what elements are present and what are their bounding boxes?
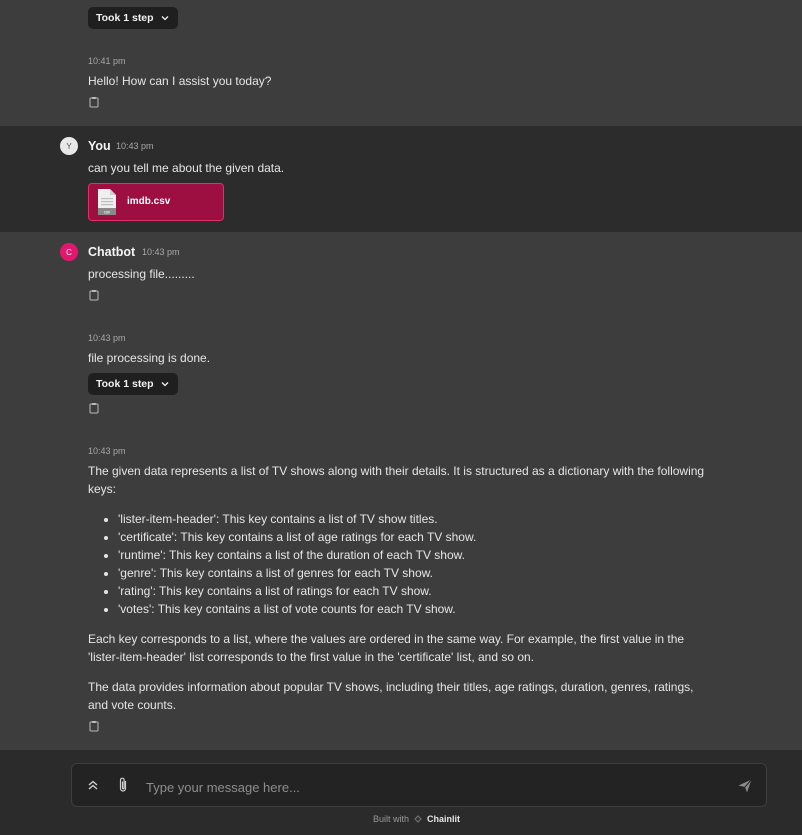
copy-button[interactable] — [88, 96, 100, 108]
built-with-label: Built with — [373, 814, 410, 824]
message-author: Chatbot — [88, 245, 136, 259]
message-text-line: Each key corresponds to a list, where th… — [88, 632, 685, 646]
message-timestamp: 10:43 pm — [142, 247, 180, 257]
user-avatar: Y — [60, 137, 78, 155]
key-list: 'lister-item-header': This key contains … — [100, 510, 476, 618]
message-composer — [71, 763, 767, 807]
copy-button[interactable] — [88, 289, 100, 301]
file-attachment[interactable]: csv imdb.csv — [88, 183, 224, 221]
message-text: Hello! How can I assist you today? — [88, 74, 272, 88]
messages-list: Took 1 step 10:41 pm Hello! How can I as… — [0, 0, 802, 750]
chatbot-avatar: C — [60, 243, 78, 261]
message-group-chatbot — [0, 232, 802, 750]
file-csv-icon: csv — [98, 189, 116, 215]
step-label: Took 1 step — [96, 12, 154, 24]
chevrons-up-icon[interactable] — [86, 778, 100, 792]
message-author: You — [88, 139, 111, 153]
message-timestamp: 10:43 pm — [116, 141, 154, 151]
step-toggle-button[interactable]: Took 1 step — [88, 7, 178, 29]
chevron-down-icon — [161, 382, 169, 387]
footer-branding[interactable]: Built with Chainlit — [373, 814, 460, 824]
message-input[interactable] — [144, 776, 708, 798]
message-timestamp: 10:43 pm — [88, 446, 126, 456]
message-text-line: and vote counts. — [88, 698, 177, 712]
message-text-line: The given data represents a list of TV s… — [88, 464, 705, 478]
send-icon[interactable] — [737, 778, 753, 794]
message-text-line: 'lister-item-header' list corresponds to… — [88, 650, 535, 664]
copy-button[interactable] — [88, 720, 100, 732]
message-text-line: keys: — [88, 482, 117, 496]
message-text: processing file......... — [88, 267, 195, 281]
copy-button[interactable] — [88, 402, 100, 414]
message-text: file processing is done. — [88, 351, 211, 365]
message-timestamp: 10:41 pm — [88, 56, 126, 66]
list-item: 'genre': This key contains a list of gen… — [118, 564, 476, 582]
message-text: can you tell me about the given data. — [88, 161, 285, 175]
chevron-down-icon — [161, 16, 169, 21]
file-type-caption: csv — [104, 210, 111, 215]
list-item: 'votes': This key contains a list of vot… — [118, 600, 476, 618]
step-toggle-button[interactable]: Took 1 step — [88, 373, 178, 395]
list-item: 'runtime': This key contains a list of t… — [118, 546, 476, 564]
paperclip-icon[interactable] — [116, 776, 130, 794]
list-item: 'lister-item-header': This key contains … — [118, 510, 476, 528]
list-item: 'rating': This key contains a list of ra… — [118, 582, 476, 600]
chainlit-logo-icon — [414, 815, 422, 823]
list-item: 'certificate': This key contains a list … — [118, 528, 476, 546]
brand-name: Chainlit — [427, 814, 461, 824]
file-name: imdb.csv — [127, 196, 171, 207]
message-text-line: The data provides information about popu… — [88, 680, 694, 694]
message-timestamp: 10:43 pm — [88, 333, 126, 343]
step-label: Took 1 step — [96, 378, 154, 390]
